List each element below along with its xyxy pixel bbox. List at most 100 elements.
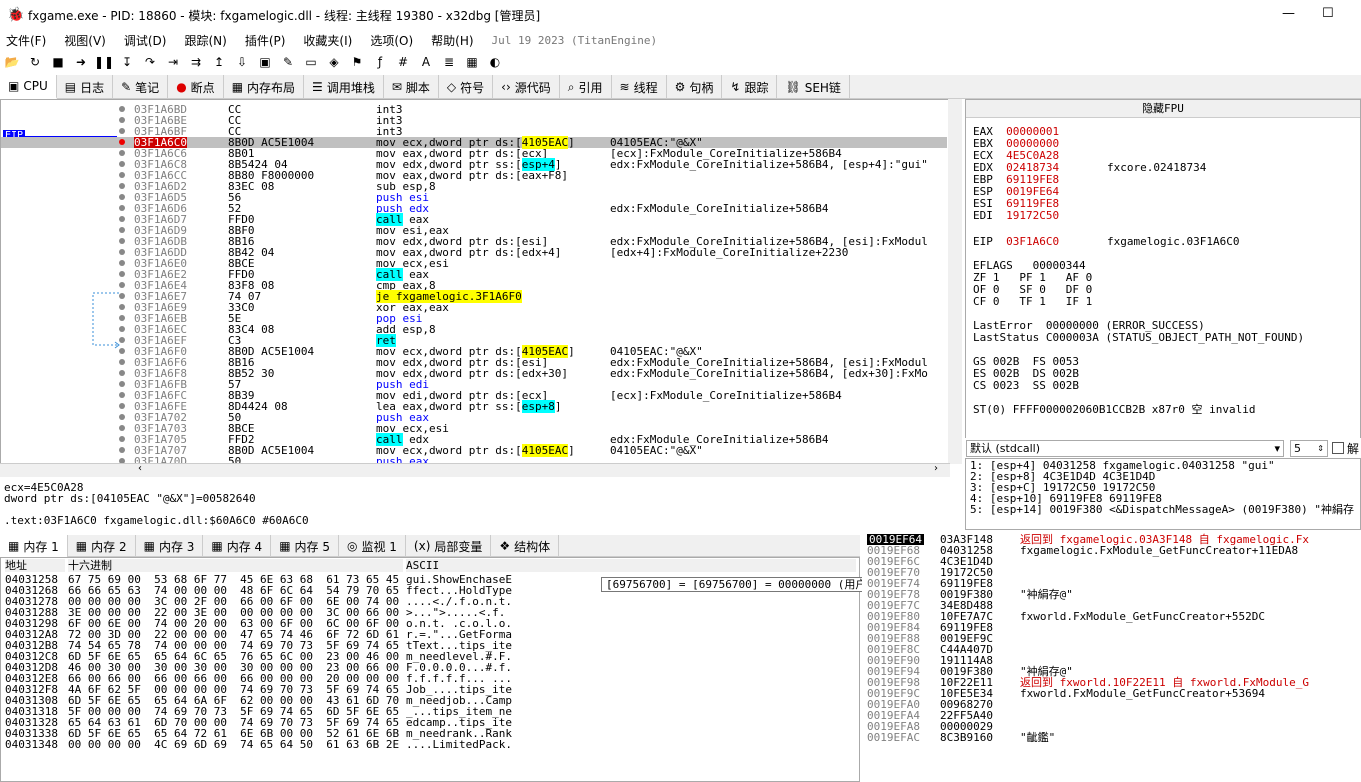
breakpoint-dot-icon[interactable] xyxy=(119,161,125,167)
hash-icon[interactable]: # xyxy=(395,54,411,70)
fpu-st0[interactable]: ST(0) FFFF000002060B1CCB2B x87r0 空 inval… xyxy=(973,404,1256,415)
breakpoint-dot-icon[interactable] xyxy=(119,359,125,365)
stack-row[interactable]: 0019EF88 0019EF9C xyxy=(862,633,1361,644)
comment-icon[interactable]: ▭ xyxy=(303,54,319,70)
open-icon[interactable]: 📂 xyxy=(4,54,20,70)
hide-fpu-button[interactable]: 隐藏FPU xyxy=(966,100,1360,118)
stack-row[interactable]: 0019EF84 69119FE8 xyxy=(862,622,1361,633)
breakpoint-dot-icon[interactable] xyxy=(119,271,125,277)
breakpoint-dot-icon[interactable] xyxy=(119,128,125,134)
tab-source[interactable]: ‹› 源代码 xyxy=(493,75,560,99)
trace-over-icon[interactable]: ⇉ xyxy=(188,54,204,70)
tab-seh[interactable]: ⛓ SEH链 xyxy=(777,75,850,99)
flags-row[interactable]: OF 0 SF 0 DF 0 xyxy=(973,284,1092,295)
menu-item[interactable]: 文件(F) xyxy=(6,32,46,49)
stack-row[interactable]: 0019EFA4 22FF5A40 xyxy=(862,710,1361,721)
tab-结构体[interactable]: ❖ 结构体 xyxy=(491,535,560,557)
run-icon[interactable]: ➜ xyxy=(73,54,89,70)
stack-row[interactable]: 0019EF78 0019F380 "衶絹存@" xyxy=(862,589,1361,600)
disassembly-hscrollbar[interactable]: ‹ › xyxy=(0,463,950,477)
calling-convention-select[interactable]: 默认 (stdcall) ▾ xyxy=(966,439,1284,457)
stack-row[interactable]: 0019EF68 04031258 fxgamelogic.FxModule_Get… xyxy=(862,545,1361,556)
breakpoint-dot-icon[interactable] xyxy=(119,425,125,431)
stack-arg-row[interactable]: 5: [esp+14] 0019F380 <&DispatchMessageA>… xyxy=(970,504,1356,515)
breakpoint-dot-icon[interactable] xyxy=(119,403,125,409)
trace-into-icon[interactable]: ⇥ xyxy=(165,54,181,70)
stack-row[interactable]: 0019EFA0 00968270 xyxy=(862,699,1361,710)
stack-row[interactable]: 0019EF8C C44A407D xyxy=(862,644,1361,655)
register-edi[interactable]: EDI 19172C50 xyxy=(973,210,1059,221)
breakpoint-dot-icon[interactable] xyxy=(119,227,125,233)
function-icon[interactable]: ƒ xyxy=(372,54,388,70)
tab-内存-1[interactable]: ▦ 内存 1 xyxy=(0,535,68,557)
register-panel[interactable]: 隐藏FPU EAX 00000001 EBX 00000000 ECX 4E5C0A… xyxy=(965,99,1361,439)
breakpoint-dot-icon[interactable] xyxy=(119,150,125,156)
step-over-icon[interactable]: ↷ xyxy=(142,54,158,70)
breakpoint-dot-icon[interactable] xyxy=(119,249,125,255)
step-into-icon[interactable]: ↧ xyxy=(119,54,135,70)
execute-till-return-icon[interactable]: ↥ xyxy=(211,54,227,70)
tab-内存-3[interactable]: ▦ 内存 3 xyxy=(136,535,204,557)
tab-symbols[interactable]: ◇ 符号 xyxy=(439,75,494,99)
pause-icon[interactable]: ❚❚ xyxy=(94,54,114,70)
tab-内存-2[interactable]: ▦ 内存 2 xyxy=(68,535,136,557)
breakpoint-dot-icon[interactable] xyxy=(119,326,125,332)
menu-item[interactable]: 帮助(H) xyxy=(431,32,473,49)
disassembly-scrollbar[interactable] xyxy=(948,99,962,464)
run-to-user-code-icon[interactable]: ⇩ xyxy=(234,54,250,70)
menu-item[interactable]: 收藏夹(I) xyxy=(303,32,352,49)
segment-row[interactable]: CS 0023 SS 002B xyxy=(973,380,1079,391)
tab-cpu[interactable]: ▣ CPU xyxy=(0,75,57,99)
breakpoint-dot-icon[interactable] xyxy=(119,414,125,420)
stack-row[interactable]: 0019EF70 19172C50 xyxy=(862,567,1361,578)
bookmark-icon[interactable]: ⚑ xyxy=(349,54,365,70)
register-eax[interactable]: EAX 00000001 xyxy=(973,126,1059,137)
arg-count-stepper[interactable]: 5 ⇕ xyxy=(1290,439,1328,457)
help-icon[interactable]: ◐ xyxy=(487,54,503,70)
stack-row[interactable]: 0019EF74 69119FE8 xyxy=(862,578,1361,589)
breakpoint-dot-icon[interactable] xyxy=(119,337,125,343)
breakpoint-dot-icon[interactable] xyxy=(119,348,125,354)
register-ebp[interactable]: EBP 69119FE8 xyxy=(973,174,1059,185)
tab-内存-4[interactable]: ▦ 内存 4 xyxy=(203,535,272,557)
stack-row[interactable]: 0019EF80 10FE7A7C fxworld.FxModule_GetFunc… xyxy=(862,611,1361,622)
strings-icon[interactable]: ≣ xyxy=(441,54,457,70)
breakpoint-dot-icon[interactable] xyxy=(119,436,125,442)
segment-row[interactable]: GS 002B FS 0053 xyxy=(973,356,1079,367)
breakpoint-dot-icon[interactable] xyxy=(119,216,125,222)
breakpoint-dot-icon[interactable] xyxy=(119,194,125,200)
stack-args-view[interactable]: 1: [esp+4] 04031258 fxgamelogic.04031258… xyxy=(965,458,1361,530)
breakpoint-dot-icon[interactable] xyxy=(119,117,125,123)
stack-row[interactable]: 0019EF6C 4C3E1D4D xyxy=(862,556,1361,567)
unlock-checkbox[interactable] xyxy=(1332,442,1344,454)
patch-icon[interactable]: ✎ xyxy=(280,54,296,70)
label-icon[interactable]: ◈ xyxy=(326,54,342,70)
tab-memory-map[interactable]: ▦ 内存布局 xyxy=(224,75,305,99)
breakpoint-dot-icon[interactable] xyxy=(119,183,125,189)
register-edx[interactable]: EDX 02418734 fxcore.02418734 xyxy=(973,162,1206,173)
stack-view[interactable]: 0019EF64 03A3F148 返回到 fxgamelogic.03A3F148… xyxy=(862,533,1361,782)
disassembly-view[interactable]: EIP 03F1A6BD CC int3 03F1A6BE CC int3 03F1A6BF… xyxy=(0,99,950,464)
tab-内存-5[interactable]: ▦ 内存 5 xyxy=(271,535,339,557)
register-value[interactable]: 19172C50 xyxy=(1006,209,1059,222)
tab-监视-1[interactable]: ◎ 监视 1 xyxy=(339,535,406,557)
tab-log[interactable]: ▤ 日志 xyxy=(57,75,114,99)
menu-item[interactable]: 调试(D) xyxy=(124,32,167,49)
flags-row[interactable]: ZF 1 PF 1 AF 0 xyxy=(973,272,1092,283)
scroll-right-icon[interactable]: › xyxy=(934,463,938,474)
breakpoint-dot-icon[interactable] xyxy=(119,282,125,288)
stack-row[interactable]: 0019EFA8 00000029 xyxy=(862,721,1361,732)
stack-row[interactable]: 0019EFAC 8C3B9160 "齜鑑" xyxy=(862,732,1361,743)
breakpoint-dot-icon[interactable] xyxy=(119,447,125,453)
register-value[interactable]: 03F1A6C0 xyxy=(1006,235,1059,248)
breakpoint-dot-icon[interactable] xyxy=(119,238,125,244)
menu-item[interactable]: 插件(P) xyxy=(245,32,286,49)
menu-item[interactable]: 视图(V) xyxy=(64,32,106,49)
stack-row[interactable]: 0019EF9C 10FE5E34 fxworld.FxModule_GetFunc… xyxy=(862,688,1361,699)
calculator-icon[interactable]: ▦ xyxy=(464,54,480,70)
tab-局部变量[interactable]: (x) 局部变量 xyxy=(406,535,492,557)
breakpoint-dot-icon[interactable] xyxy=(119,139,125,145)
maximize-button[interactable]: ☐ xyxy=(1322,6,1334,21)
menu-item[interactable]: 跟踪(N) xyxy=(184,32,226,49)
register-ebx[interactable]: EBX 00000000 xyxy=(973,138,1059,149)
